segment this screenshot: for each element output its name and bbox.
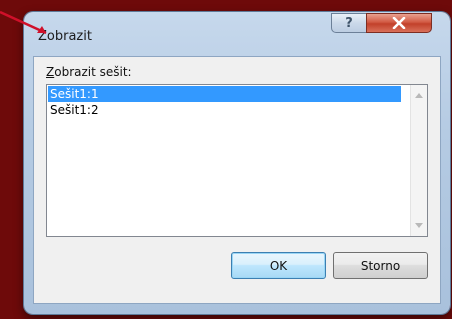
close-x-icon <box>392 17 406 29</box>
callout-arrow <box>0 10 47 35</box>
list-item[interactable]: Sešit1:1 <box>48 86 401 102</box>
title-bar[interactable]: Zobrazit ? <box>24 12 450 56</box>
ok-button[interactable]: OK <box>231 252 326 279</box>
scroll-down-arrow-icon[interactable] <box>411 217 427 234</box>
unhide-dialog: Zobrazit ? Zobrazit sešit: Sešit1:1 Seši… <box>24 12 450 314</box>
label-accelerator: Z <box>46 65 55 79</box>
help-button[interactable]: ? <box>331 13 367 33</box>
scroll-up-arrow-icon[interactable] <box>411 87 427 104</box>
vertical-scrollbar[interactable] <box>410 85 427 236</box>
list-item[interactable]: Sešit1:2 <box>48 102 401 118</box>
close-button[interactable] <box>366 13 432 33</box>
workbook-list-label: Zobrazit sešit: <box>46 65 132 79</box>
dialog-body: Zobrazit sešit: Sešit1:1 Sešit1:2 OK Sto… <box>33 56 441 304</box>
workbook-listbox[interactable]: Sešit1:1 Sešit1:2 <box>46 84 428 237</box>
label-text: obrazit sešit: <box>54 65 132 79</box>
cancel-button[interactable]: Storno <box>333 252 428 279</box>
question-mark-icon: ? <box>345 15 353 31</box>
